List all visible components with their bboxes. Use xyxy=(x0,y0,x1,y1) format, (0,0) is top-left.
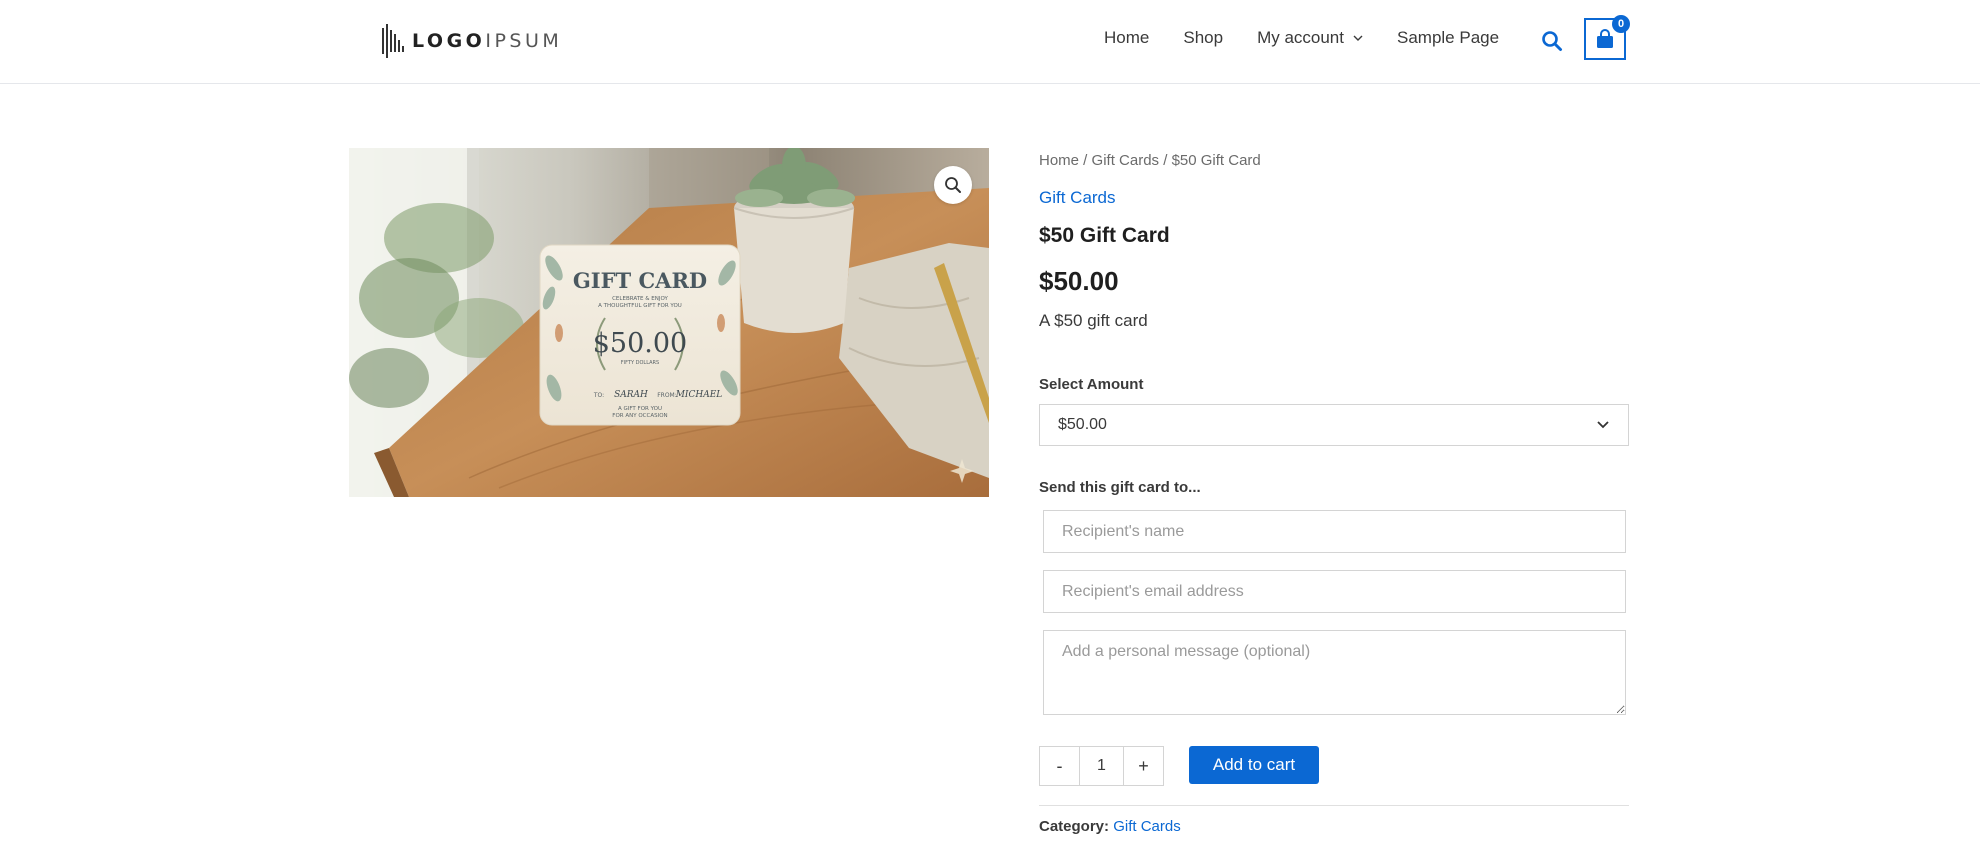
zoom-button[interactable] xyxy=(934,166,972,204)
card-line2-text: A THOUGHTFUL GIFT FOR YOU xyxy=(598,303,682,309)
category-meta-link[interactable]: Gift Cards xyxy=(1113,818,1181,835)
card-footer1-text: A GIFT FOR YOU xyxy=(618,406,662,412)
amount-select-value: $50.00 xyxy=(1058,416,1107,433)
site-header: LOGOIPSUM Home Shop My account Sample Pa… xyxy=(0,0,1980,84)
category-meta-label: Category: xyxy=(1039,818,1110,835)
breadcrumb-current: $50 Gift Card xyxy=(1171,152,1261,169)
magnifier-icon xyxy=(945,177,961,193)
divider xyxy=(1039,805,1629,806)
nav-item-my-account[interactable]: My account xyxy=(1257,28,1363,48)
product-image[interactable]: GIFT CARD CELEBRATE & ENJOY A THOUGHTFUL… xyxy=(349,148,989,497)
breadcrumb-category[interactable]: Gift Cards xyxy=(1092,152,1160,169)
quantity-input[interactable] xyxy=(1080,746,1123,786)
quantity-increase-button[interactable]: + xyxy=(1123,746,1164,786)
recipient-email-input[interactable] xyxy=(1043,570,1626,613)
card-amount-words-text: FIFTY DOLLARS xyxy=(621,360,659,366)
breadcrumb: Home / Gift Cards / $50 Gift Card xyxy=(1039,152,1261,169)
product-title: $50 Gift Card xyxy=(1039,224,1170,247)
nav-item-sample-page[interactable]: Sample Page xyxy=(1397,28,1499,48)
amount-select[interactable]: $50.00 xyxy=(1039,404,1629,446)
card-from-label: FROM: xyxy=(657,392,677,399)
product-price: $50.00 xyxy=(1039,266,1119,296)
card-amount-text: $50.00 xyxy=(593,328,687,359)
logo-mark-icon xyxy=(382,24,404,58)
personal-message-textarea[interactable] xyxy=(1043,630,1626,715)
breadcrumb-separator: / xyxy=(1079,152,1092,169)
site-logo[interactable]: LOGOIPSUM xyxy=(382,24,562,58)
product-description: A $50 gift card xyxy=(1039,311,1148,330)
card-from-text: MICHAEL xyxy=(675,390,723,400)
chevron-down-icon xyxy=(1353,35,1363,41)
card-footer2-text: FOR ANY OCCASION xyxy=(612,413,667,419)
nav-item-home[interactable]: Home xyxy=(1104,28,1149,48)
nav-item-my-account-label: My account xyxy=(1257,28,1344,47)
gift-card-photo: GIFT CARD CELEBRATE & ENJOY A THOUGHTFUL… xyxy=(349,148,989,497)
card-to-text: SARAH xyxy=(614,390,648,400)
breadcrumb-separator: / xyxy=(1159,152,1172,169)
product-category-link[interactable]: Gift Cards xyxy=(1039,188,1116,208)
search-icon[interactable] xyxy=(1541,30,1563,52)
select-amount-label: Select Amount xyxy=(1039,376,1144,393)
logo-text: LOGOIPSUM xyxy=(412,30,563,52)
quantity-decrease-button[interactable]: - xyxy=(1039,746,1080,786)
recipient-section-label: Send this gift card to... xyxy=(1039,479,1201,496)
shopping-bag-icon xyxy=(1597,29,1613,48)
main-nav: Home Shop My account Sample Page xyxy=(1104,28,1533,48)
product-meta: Category: Gift Cards xyxy=(1039,818,1181,835)
add-to-cart-button[interactable]: Add to cart xyxy=(1189,746,1319,784)
card-line1-text: CELEBRATE & ENJOY xyxy=(612,296,668,302)
card-title-text: GIFT CARD xyxy=(573,268,707,293)
nav-item-shop[interactable]: Shop xyxy=(1183,28,1223,48)
recipient-name-input[interactable] xyxy=(1043,510,1626,553)
cart-count-badge: 0 xyxy=(1612,15,1630,33)
quantity-stepper: - + xyxy=(1039,746,1164,786)
breadcrumb-home[interactable]: Home xyxy=(1039,152,1079,169)
chevron-down-icon xyxy=(1597,421,1609,429)
card-to-label: TO: xyxy=(593,392,604,399)
